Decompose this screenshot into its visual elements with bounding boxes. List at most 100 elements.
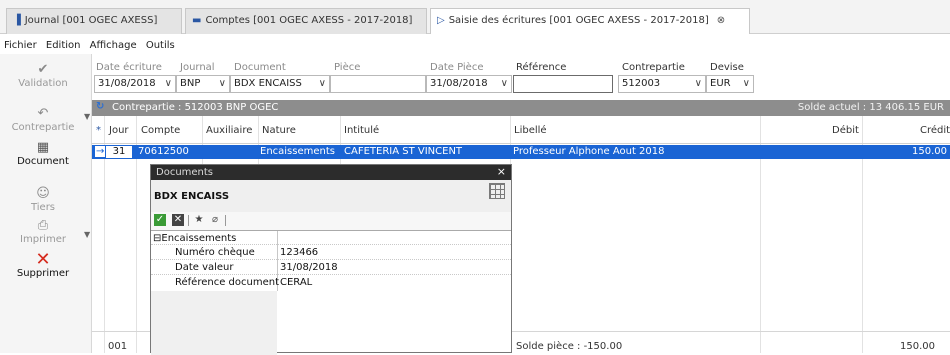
validation-label: Validation xyxy=(18,78,68,89)
section-encaissements[interactable]: ⊟Encaissements xyxy=(153,233,236,244)
grid-header: * Jour Compte Auxiliaire Nature Intitulé… xyxy=(92,116,950,144)
delete-x-icon: ✕ xyxy=(35,249,51,270)
dialog-titlebar[interactable]: Documents × xyxy=(151,165,511,180)
journal-icon: ▐ xyxy=(13,15,21,26)
imprimer-button[interactable]: ⎙ Imprimer xyxy=(0,218,86,245)
column-libelle[interactable]: Libellé xyxy=(514,125,547,136)
reference-field[interactable] xyxy=(513,75,613,93)
checkmark-icon: ✔ xyxy=(37,62,49,77)
column-compte[interactable]: Compte xyxy=(141,125,180,136)
chevron-down-icon[interactable]: ∨ xyxy=(319,78,326,89)
menu-fichier[interactable]: Fichier xyxy=(4,34,37,51)
document-field[interactable]: BDX ENCAISS ∨ xyxy=(230,75,330,93)
property-value[interactable]: 31/08/2018 xyxy=(280,262,338,273)
piece-label: Pièce xyxy=(334,62,361,73)
chevron-down-icon[interactable]: ∨ xyxy=(743,78,750,89)
chevron-down-icon[interactable]: ▼ xyxy=(84,230,90,239)
property-grid: ⊟Encaissements Numéro chèque 123466 Date… xyxy=(151,230,511,355)
chevron-down-icon[interactable]: ∨ xyxy=(501,78,508,89)
devise-field[interactable]: EUR ∨ xyxy=(706,75,754,93)
row-compte[interactable]: 70612500 xyxy=(138,146,189,157)
chevron-down-icon[interactable]: ∨ xyxy=(695,78,702,89)
property-row[interactable]: Numéro chèque 123466 xyxy=(151,244,511,260)
menu-edition[interactable]: Edition xyxy=(46,34,81,51)
property-row[interactable]: Date valeur 31/08/2018 xyxy=(151,259,511,275)
chevron-down-icon[interactable]: ∨ xyxy=(165,78,172,89)
imprimer-label: Imprimer xyxy=(20,234,66,245)
date-piece-label: Date Pièce xyxy=(430,62,484,73)
property-key: Référence document xyxy=(175,277,279,288)
column-credit[interactable]: Crédit xyxy=(920,125,950,136)
saisie-icon: ▷ xyxy=(437,15,445,26)
date-piece-value: 31/08/2018 xyxy=(430,78,488,89)
line-count: 001 xyxy=(108,341,128,352)
dialog-header: BDX ENCAISS xyxy=(151,180,511,212)
star-icon[interactable]: ★ xyxy=(193,214,205,226)
validate-check-icon[interactable]: ✓ xyxy=(154,214,166,226)
column-jour[interactable]: Jour xyxy=(109,125,129,136)
column-nature[interactable]: Nature xyxy=(262,125,296,136)
property-value[interactable]: 123466 xyxy=(280,247,318,258)
column-auxiliaire[interactable]: Auxiliaire xyxy=(206,125,252,136)
refresh-icon[interactable]: ↻ xyxy=(96,101,104,112)
devise-label: Devise xyxy=(710,62,744,73)
property-description-area xyxy=(151,291,277,355)
document-label: Document xyxy=(17,156,69,167)
column-intitule[interactable]: Intitulé xyxy=(344,125,379,136)
date-ecriture-value: 31/08/2018 xyxy=(98,78,156,89)
credit-total: 150.00 xyxy=(900,341,935,352)
dialog-toolbar: ✓ ✕ ★ ⌀ xyxy=(151,212,511,230)
tab-comptes-label: Comptes [001 OGEC AXESS - 2017-2018] xyxy=(205,15,413,26)
piece-field[interactable] xyxy=(330,75,426,93)
table-icon: ▦ xyxy=(36,140,50,155)
validation-button[interactable]: ✔ Validation xyxy=(0,62,86,89)
supprimer-button[interactable]: ✕ Supprimer xyxy=(0,249,86,280)
documents-dialog: Documents × BDX ENCAISS ✓ ✕ ★ ⌀ ⊟Encaiss… xyxy=(150,164,512,355)
close-tab-icon[interactable]: ⊗ xyxy=(717,15,725,26)
contrepartie-button[interactable]: ↶ Contrepartie xyxy=(0,106,86,133)
menu-affichage[interactable]: Affichage xyxy=(90,34,137,51)
supprimer-label: Supprimer xyxy=(16,268,70,279)
tiers-label: Tiers xyxy=(30,202,56,213)
undo-icon: ↶ xyxy=(37,106,49,121)
comptes-icon: ▬ xyxy=(192,15,202,26)
contrepartie-field[interactable]: 512003 ∨ xyxy=(618,75,706,93)
tab-saisie[interactable]: ▷ Saisie des écritures [001 OGEC AXESS - … xyxy=(430,8,750,34)
table-row[interactable]: → 31 70612500 Encaissements CAFETERIA ST… xyxy=(92,145,950,159)
row-nature[interactable]: Encaissements xyxy=(260,146,335,157)
dialog-heading: BDX ENCAISS xyxy=(154,191,230,202)
solde-actuel: Solde actuel : 13 406.15 EUR xyxy=(797,102,944,113)
contrepartie-field-label: Contrepartie xyxy=(622,62,685,73)
journal-label: Journal xyxy=(180,62,215,73)
journal-field[interactable]: BNP ∨ xyxy=(176,75,230,93)
close-icon[interactable]: × xyxy=(497,165,506,178)
chevron-down-icon[interactable]: ∨ xyxy=(219,78,226,89)
row-credit[interactable]: 150.00 xyxy=(912,146,947,157)
toolbar-separator xyxy=(188,215,189,226)
property-row[interactable]: Référence document CERAL xyxy=(151,274,511,290)
row-marker-icon: → xyxy=(95,146,106,157)
date-ecriture-field[interactable]: 31/08/2018 ∨ xyxy=(94,75,176,93)
property-key: Numéro chèque xyxy=(175,247,255,258)
row-libelle[interactable]: Professeur Alphone Aout 2018 xyxy=(513,146,665,157)
tab-journal[interactable]: ▐ Journal [001 OGEC AXESS] xyxy=(6,8,182,34)
column-debit[interactable]: Débit xyxy=(832,125,859,136)
date-piece-field[interactable]: 31/08/2018 ∨ xyxy=(426,75,512,93)
cancel-x-icon[interactable]: ✕ xyxy=(172,214,184,226)
paperclip-icon[interactable]: ⌀ xyxy=(209,214,221,226)
devise-value: EUR xyxy=(710,78,731,89)
contrepartie-bar: ↻ Contrepartie : 512003 BNP OGEC Solde a… xyxy=(92,100,950,116)
row-intitule[interactable]: CAFETERIA ST VINCENT xyxy=(344,146,462,157)
chevron-down-icon[interactable]: ▼ xyxy=(84,112,90,121)
document-value: BDX ENCAISS xyxy=(234,78,302,89)
solde-piece: Solde pièce : -150.00 xyxy=(516,341,623,352)
property-value[interactable]: CERAL xyxy=(280,277,312,288)
tiers-button[interactable]: ☺ Tiers xyxy=(0,186,86,213)
row-jour[interactable]: 31 xyxy=(106,146,132,158)
tab-strip: ▐ Journal [001 OGEC AXESS] ▬ Comptes [001 … xyxy=(0,0,950,34)
tab-comptes[interactable]: ▬ Comptes [001 OGEC AXESS - 2017-2018] xyxy=(185,8,427,34)
grid-view-icon[interactable] xyxy=(489,183,505,199)
journal-value: BNP xyxy=(180,78,201,89)
document-button[interactable]: ▦ Document xyxy=(0,140,86,167)
menu-outils[interactable]: Outils xyxy=(146,34,175,51)
